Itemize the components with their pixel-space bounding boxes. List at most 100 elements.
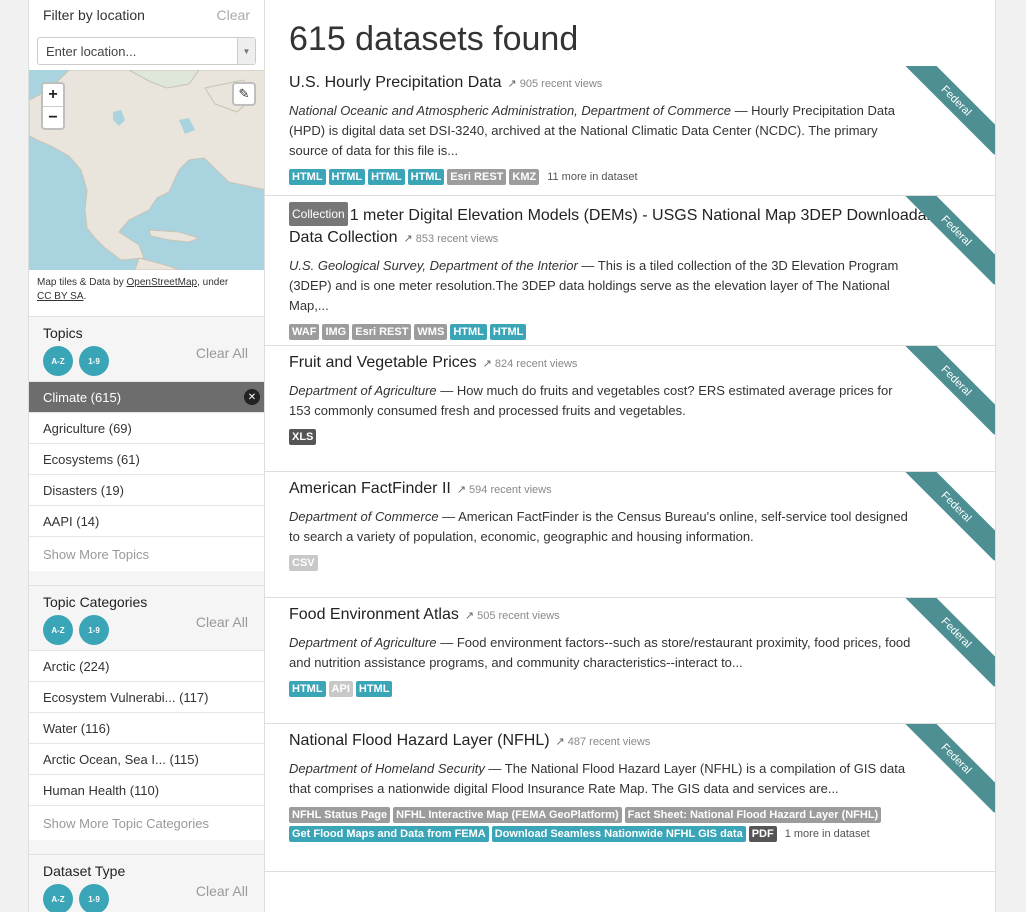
result-description: U.S. Geological Survey, Department of th… (289, 256, 971, 316)
location-clear-link[interactable]: Clear (217, 7, 250, 23)
results-panel: 615 datasets found U.S. Hourly Precipita… (265, 0, 996, 912)
sort-count-button[interactable]: 1-9 (79, 615, 109, 645)
format-tag[interactable]: Download Seamless Nationwide NFHL GIS da… (491, 826, 746, 842)
sort-az-button[interactable]: A-Z (43, 884, 73, 912)
format-tag[interactable]: Fact Sheet: National Flood Hazard Layer … (624, 807, 882, 823)
format-tag[interactable]: Get Flood Maps and Data from FEMA (289, 826, 489, 842)
recent-views-text: 487 recent views (567, 736, 651, 748)
pencil-icon[interactable]: ✎ (232, 82, 256, 106)
dataset-result: Collection 1 meter Digital Elevation Mode… (265, 196, 995, 346)
format-tag[interactable]: HTML (289, 169, 326, 185)
trend-chart-icon: ↗ (482, 358, 492, 370)
format-tag[interactable]: HTML (450, 324, 487, 340)
sort-count-button[interactable]: 1-9 (79, 884, 109, 912)
show-more-topics-link[interactable]: Show More Topics (29, 536, 264, 571)
result-title-link[interactable]: Food Environment Atlas (289, 606, 459, 623)
topic-item-aapi[interactable]: AAPI (14) (29, 505, 264, 536)
zoom-out-icon[interactable]: − (43, 106, 63, 128)
trend-chart-icon: ↗ (555, 736, 565, 748)
format-tag[interactable]: KMZ (509, 169, 540, 185)
dataset-result: Fruit and Vegetable Prices ↗ 824 recent vi… (265, 346, 995, 472)
format-tag[interactable]: XLS (289, 429, 317, 445)
show-more-categories-link[interactable]: Show More Topic Categories (29, 805, 264, 840)
results-count-title: 615 datasets found (289, 20, 579, 58)
osm-link[interactable]: OpenStreetMap (126, 277, 197, 288)
attribution-prefix: Map tiles & Data by (37, 277, 127, 288)
trend-chart-icon: ↗ (403, 233, 413, 245)
results-list: U.S. Hourly Precipitation Data ↗ 905 recen… (265, 66, 995, 872)
format-tag[interactable]: HTML (289, 681, 326, 697)
result-title-link[interactable]: 1 meter Digital Elevation Models (DEMs) … (289, 207, 948, 246)
sort-count-button[interactable]: 1-9 (79, 346, 109, 376)
result-description: National Oceanic and Atmospheric Adminis… (289, 101, 971, 161)
format-tag[interactable]: WAF (289, 324, 320, 340)
federal-ribbon: Federal (905, 66, 995, 156)
format-tag[interactable]: WMS (414, 324, 448, 340)
zoom-in-icon[interactable]: + (43, 84, 63, 106)
result-description: Department of Homeland Security — The Na… (289, 759, 971, 799)
ribbon-label: Federal (905, 346, 995, 435)
topics-facet-title: Topics (43, 325, 83, 341)
topic-item-agriculture[interactable]: Agriculture (69) (29, 412, 264, 443)
dataset-type-clear-all[interactable]: Clear All (196, 883, 248, 899)
format-tag[interactable]: CSV (289, 555, 318, 571)
federal-ribbon: Federal (905, 346, 995, 436)
format-tag[interactable]: API (328, 681, 353, 697)
result-title-row: U.S. Hourly Precipitation Data ↗ 905 recen… (289, 72, 971, 95)
recent-views: ↗ 824 recent views (483, 358, 578, 370)
location-map[interactable]: + − ✎ (29, 70, 264, 270)
sort-az-button[interactable]: A-Z (43, 346, 73, 376)
ribbon-label: Federal (905, 66, 995, 155)
format-tag[interactable]: HTML (355, 681, 393, 697)
location-select[interactable]: Enter location... ▼ (37, 37, 256, 65)
format-tag[interactable]: NFHL Interactive Map (FEMA GeoPlatform) (393, 807, 622, 823)
result-title-link[interactable]: American FactFinder II (289, 480, 451, 497)
result-title-row: American FactFinder II ↗ 594 recent views (289, 478, 971, 501)
remove-icon[interactable]: ✕ (244, 389, 260, 405)
topics-clear-all[interactable]: Clear All (196, 345, 248, 361)
topic-item-climate[interactable]: Climate (615) ✕ (29, 381, 264, 412)
publisher-name: Department of Homeland Security (289, 761, 485, 776)
zoom-control: + − (41, 82, 65, 130)
format-tag[interactable]: PDF (748, 826, 777, 842)
ribbon-label: Federal (905, 724, 995, 813)
format-tag[interactable]: Esri REST (352, 324, 412, 340)
attribution-suffix: . (83, 291, 87, 302)
category-item-human-health[interactable]: Human Health (110) (29, 774, 264, 805)
topic-categories-facet: Topic Categories A-Z 1-9 Clear All Arcti… (29, 585, 264, 854)
chevron-down-icon[interactable]: ▼ (237, 38, 255, 64)
category-item-arctic[interactable]: Arctic (224) (29, 650, 264, 681)
dataset-result: Food Environment Atlas ↗ 505 recent views D… (265, 598, 995, 724)
format-tag[interactable]: HTML (328, 169, 366, 185)
attribution-mid: , under (197, 277, 229, 288)
federal-ribbon: Federal (905, 472, 995, 562)
format-tags: XLS (289, 429, 971, 445)
page: Filter by location Clear Enter location.… (0, 0, 1026, 912)
collection-badge: Collection (289, 202, 348, 226)
topic-categories-clear-all[interactable]: Clear All (196, 614, 248, 630)
topic-item-disasters[interactable]: Disasters (19) (29, 474, 264, 505)
ribbon-label: Federal (905, 472, 995, 561)
trend-chart-icon: ↗ (456, 484, 467, 496)
facet-spacer (29, 840, 264, 854)
trend-chart-icon: ↗ (507, 78, 517, 90)
license-link[interactable]: CC BY SA (37, 291, 84, 302)
trend-chart-icon: ↗ (464, 610, 475, 622)
result-title-row: National Flood Hazard Layer (NFHL) ↗ 487 r… (289, 730, 971, 753)
format-tag[interactable]: HTML (489, 324, 527, 340)
format-tag[interactable]: HTML (368, 169, 405, 185)
format-tag[interactable]: IMG (322, 324, 350, 340)
dataset-result: U.S. Hourly Precipitation Data ↗ 905 recen… (265, 66, 995, 196)
category-item-arctic-ocean[interactable]: Arctic Ocean, Sea I... (115) (29, 743, 264, 774)
sort-az-button[interactable]: A-Z (43, 615, 73, 645)
category-item-water[interactable]: Water (116) (29, 712, 264, 743)
result-title-link[interactable]: U.S. Hourly Precipitation Data (289, 74, 502, 91)
recent-views: ↗ 905 recent views (508, 78, 603, 90)
format-tag[interactable]: HTML (407, 169, 445, 185)
topic-item-ecosystems[interactable]: Ecosystems (61) (29, 443, 264, 474)
result-title-link[interactable]: Fruit and Vegetable Prices (289, 354, 477, 371)
result-title-link[interactable]: National Flood Hazard Layer (NFHL) (289, 732, 550, 749)
format-tag[interactable]: NFHL Status Page (289, 807, 391, 823)
format-tag[interactable]: Esri REST (447, 169, 507, 185)
category-item-ecosystem-vulnerability[interactable]: Ecosystem Vulnerabi... (117) (29, 681, 264, 712)
